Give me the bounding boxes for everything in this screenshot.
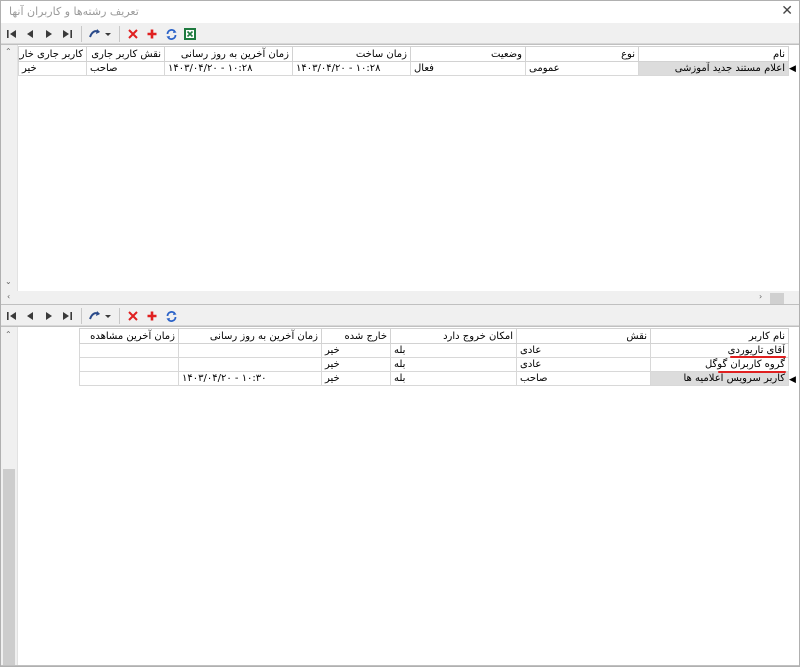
cell-role[interactable]: عادی <box>516 343 651 358</box>
cell-exited[interactable]: خیر <box>321 343 391 358</box>
first-record-icon[interactable] <box>4 26 20 42</box>
last-record-icon[interactable] <box>59 26 75 42</box>
top-toolbar <box>1 24 799 44</box>
cell-last-update[interactable] <box>178 357 322 372</box>
first-record-icon[interactable] <box>4 308 20 324</box>
cell-last-update[interactable]: ۱۰:۳۰ - ۱۴۰۳/۰۴/۲۰ <box>178 371 322 386</box>
column-header-last-update[interactable]: زمان آخرین به روز رسانی <box>178 328 322 344</box>
scroll-down-icon[interactable]: ⌄ <box>5 277 12 286</box>
column-header-name[interactable]: نام <box>638 46 789 62</box>
bottom-grid-panel: ⌃ نام کاربر نقش امکان خروج دارد خارج شده… <box>1 326 799 666</box>
annotation-underline-1 <box>730 356 786 358</box>
top-grid-header-row: نام نوع وضعیت زمان ساخت زمان آخرین به رو… <box>18 46 789 62</box>
excel-export-icon[interactable] <box>182 26 198 42</box>
cell-can-exit[interactable]: بله <box>390 371 517 386</box>
top-grid-vertical-scrollbar[interactable]: ⌃ ⌄ <box>1 45 18 291</box>
main-window: تعریف رشته‌ها و کاربران آنها ✕ <box>0 0 800 667</box>
column-header-type[interactable]: نوع <box>525 46 639 62</box>
cell-can-exit[interactable]: بله <box>390 357 517 372</box>
cell-name[interactable]: اعلام مستند جدید آموزشی <box>638 61 789 76</box>
column-header-current-user-left[interactable]: کاربر جاری خارج ش <box>18 46 87 62</box>
delete-icon[interactable] <box>125 26 141 42</box>
cell-last-view[interactable] <box>79 357 179 372</box>
cell-last-view[interactable] <box>79 371 179 386</box>
cell-status[interactable]: فعال <box>410 61 526 76</box>
cell-role[interactable]: صاحب <box>516 371 651 386</box>
add-icon[interactable] <box>144 308 160 324</box>
cell-exited[interactable]: خیر <box>321 371 391 386</box>
add-icon[interactable] <box>144 26 160 42</box>
cell-can-exit[interactable]: بله <box>390 343 517 358</box>
column-header-current-user-role[interactable]: نقش کاربر جاری <box>86 46 165 62</box>
bottom-grid-header-row: نام کاربر نقش امکان خروج دارد خارج شده ز… <box>79 328 789 344</box>
refresh-icon[interactable] <box>163 308 179 324</box>
current-row-indicator-icon: ◀ <box>789 64 796 74</box>
column-header-exited[interactable]: خارج شده <box>321 328 391 344</box>
cell-left[interactable]: خیر <box>18 61 87 76</box>
cell-type[interactable]: عمومی <box>525 61 639 76</box>
delete-icon[interactable] <box>125 308 141 324</box>
action-dropdown-icon[interactable] <box>87 308 113 324</box>
top-grid-table: نام نوع وضعیت زمان ساخت زمان آخرین به رو… <box>18 46 789 76</box>
prev-record-icon[interactable] <box>22 26 38 42</box>
cell-role[interactable]: عادی <box>516 357 651 372</box>
scroll-right-icon[interactable]: › <box>759 292 762 301</box>
top-grid-horizontal-scrollbar[interactable]: ‹ › <box>1 291 799 304</box>
last-record-icon[interactable] <box>59 308 75 324</box>
action-dropdown-icon[interactable] <box>87 26 113 42</box>
column-header-can-exit[interactable]: امکان خروج دارد <box>390 328 517 344</box>
table-row[interactable]: گروه کاربران گوگل عادی بله خیر <box>79 357 789 372</box>
scroll-thumb[interactable] <box>3 469 15 665</box>
bottom-grid-vertical-scrollbar[interactable]: ⌃ <box>1 327 18 665</box>
cell-exited[interactable]: خیر <box>321 357 391 372</box>
close-button[interactable]: ✕ <box>781 3 793 19</box>
prev-record-icon[interactable] <box>22 308 38 324</box>
bottom-grid-table: نام کاربر نقش امکان خروج دارد خارج شده ز… <box>79 328 789 386</box>
cell-created-time[interactable]: ۱۰:۲۸ - ۱۴۰۳/۰۴/۲۰ <box>292 61 411 76</box>
column-header-status[interactable]: وضعیت <box>410 46 526 62</box>
cell-role[interactable]: صاحب <box>86 61 165 76</box>
table-row[interactable]: کاربر سرویس اعلامیه ها صاحب بله خیر ۱۰:۳… <box>79 371 789 386</box>
column-header-last-view[interactable]: زمان آخرین مشاهده <box>79 328 179 344</box>
column-header-role[interactable]: نقش <box>516 328 651 344</box>
refresh-icon[interactable] <box>163 26 179 42</box>
cell-last-update[interactable] <box>178 343 322 358</box>
cell-user-name[interactable]: کاربر سرویس اعلامیه ها <box>650 371 789 386</box>
table-row[interactable]: آقای تاریوردی عادی بله خیر <box>79 343 789 358</box>
annotation-underline-2 <box>718 371 786 373</box>
cell-user-name[interactable]: گروه کاربران گوگل <box>650 357 789 372</box>
column-header-user-name[interactable]: نام کاربر <box>650 328 789 344</box>
scroll-up-icon[interactable]: ⌃ <box>5 47 12 56</box>
cell-last-update[interactable]: ۱۰:۲۸ - ۱۴۰۳/۰۴/۲۰ <box>164 61 293 76</box>
scroll-thumb[interactable] <box>770 293 784 304</box>
scroll-left-icon[interactable]: ‹ <box>7 292 10 301</box>
cell-last-view[interactable] <box>79 343 179 358</box>
current-row-indicator-icon: ◀ <box>789 375 796 385</box>
next-record-icon[interactable] <box>41 308 57 324</box>
next-record-icon[interactable] <box>41 26 57 42</box>
column-header-created-time[interactable]: زمان ساخت <box>292 46 411 62</box>
top-grid-panel: ⌃ ⌄ ‹ › نام نوع وضعیت زمان ساخت زمان آخر… <box>1 44 799 305</box>
title-bar: تعریف رشته‌ها و کاربران آنها ✕ <box>1 1 799 23</box>
table-row[interactable]: اعلام مستند جدید آموزشی عمومی فعال ۱۰:۲۸… <box>18 61 789 76</box>
scroll-up-icon[interactable]: ⌃ <box>5 330 12 339</box>
bottom-toolbar <box>1 306 799 326</box>
column-header-last-update[interactable]: زمان آخرین به روز رسانی <box>164 46 293 62</box>
window-title: تعریف رشته‌ها و کاربران آنها <box>9 5 139 18</box>
